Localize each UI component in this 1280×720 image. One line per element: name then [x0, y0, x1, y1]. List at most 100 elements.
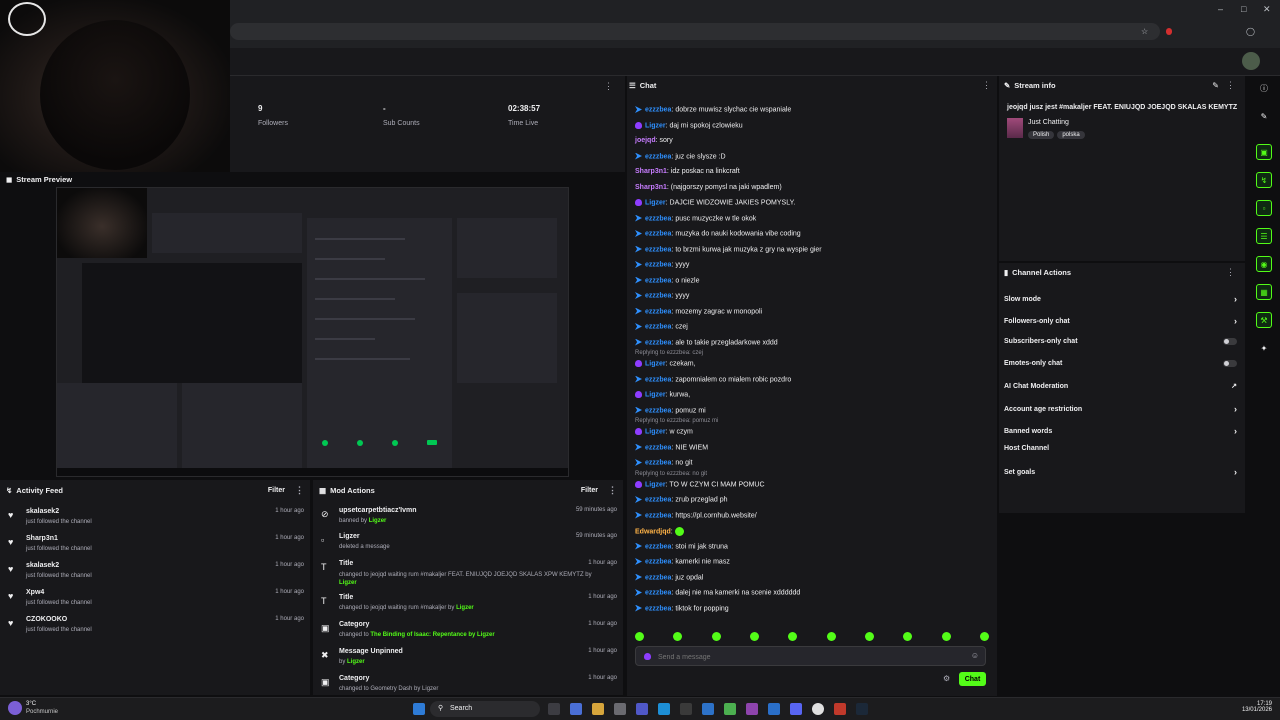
chrome-icon[interactable] [812, 703, 824, 715]
windows-start-icon[interactable] [413, 703, 425, 715]
category-name[interactable]: Just Chatting [1028, 119, 1069, 126]
activity-user[interactable]: CZOKOOKO [26, 616, 67, 623]
chat-username[interactable]: Ligzer [645, 428, 666, 435]
excel-icon[interactable] [724, 703, 736, 715]
chat-username[interactable]: ezzzbea [645, 339, 671, 346]
avatar[interactable] [1242, 52, 1260, 70]
chat-username[interactable]: ezzzbea [645, 106, 671, 113]
mod-desc-user[interactable]: by Ligzer [467, 632, 494, 638]
emote-icon[interactable] [788, 632, 798, 641]
chat-username[interactable]: ezzzbea [645, 512, 671, 519]
chat-username[interactable]: ezzzbea [645, 543, 671, 550]
chat-settings-icon[interactable]: ⚙ [943, 674, 950, 683]
chat-username[interactable]: ezzzbea [645, 323, 671, 330]
emote-icon[interactable] [711, 632, 721, 641]
pencil-icon[interactable]: ✎ [1256, 108, 1272, 124]
minimize-icon[interactable]: – [1218, 4, 1223, 14]
chat-username[interactable]: ezzzbea [645, 574, 671, 581]
discord-icon[interactable] [790, 703, 802, 715]
chat-username[interactable]: joejqd [635, 137, 656, 144]
edge-icon[interactable] [658, 703, 670, 715]
chat-username[interactable]: Ligzer [645, 122, 666, 129]
emote-icon[interactable] [864, 632, 874, 641]
taskbar-search[interactable]: ⚲ Search [430, 701, 540, 717]
maximize-icon[interactable]: □ [1241, 4, 1246, 14]
emoji-icon[interactable]: ☺ [971, 651, 979, 660]
emote-icon[interactable] [903, 632, 913, 641]
teams-icon[interactable] [636, 703, 648, 715]
chat-username[interactable]: ezzzbea [645, 261, 671, 268]
filter-button[interactable]: Filter [268, 487, 285, 494]
toggle-switch[interactable] [1223, 360, 1237, 367]
emote-icon[interactable] [941, 632, 951, 641]
chat-username[interactable]: ezzzbea [645, 277, 671, 284]
category-thumbnail[interactable] [1007, 118, 1023, 138]
filter-button[interactable]: Filter [581, 487, 598, 494]
channel-option[interactable]: Host Channel [1004, 445, 1237, 452]
chevron-right-icon[interactable]: › [1234, 404, 1237, 414]
address-bar[interactable] [230, 23, 1160, 40]
channel-option[interactable]: Emotes-only chat [1004, 360, 1237, 367]
mod-desc-user[interactable]: Ligzer [347, 659, 365, 665]
chat-username[interactable]: Edwardjqd [635, 528, 671, 535]
emote-icon[interactable] [979, 632, 989, 641]
chevron-right-icon[interactable]: › [1234, 316, 1237, 326]
tag[interactable]: polska [1057, 131, 1085, 139]
layout-toggle-icon[interactable]: ▦ [1256, 284, 1272, 300]
emote-icon[interactable] [826, 632, 836, 641]
channel-actions-more-icon[interactable]: ⋮ [1226, 267, 1235, 278]
external-link-icon[interactable]: ↗ [1231, 382, 1237, 390]
profile-icon[interactable]: ◯ [1246, 27, 1255, 36]
activity-user[interactable]: skalasek2 [26, 508, 59, 515]
channel-option[interactable]: Subscribers-only chat [1004, 338, 1237, 345]
steam-icon[interactable] [856, 703, 868, 715]
chat-username[interactable]: ezzzbea [645, 496, 671, 503]
channel-option[interactable]: Followers-only chat › [1004, 316, 1237, 326]
channel-option[interactable]: AI Chat Moderation ↗ [1004, 382, 1237, 391]
chat-username[interactable]: ezzzbea [645, 558, 671, 565]
chat-username[interactable]: ezzzbea [645, 605, 671, 612]
app-icon[interactable] [834, 703, 846, 715]
apps-icon[interactable]: ✦ [1256, 340, 1272, 356]
mod-desc-category[interactable]: The Binding of Isaac: Repentance [370, 632, 466, 638]
task-view-icon[interactable] [548, 703, 560, 715]
terminal-icon[interactable] [680, 703, 692, 715]
activity-user[interactable]: Sharp3n1 [26, 535, 58, 542]
channel-option[interactable]: Banned words › [1004, 426, 1237, 436]
chat-more-icon[interactable]: ⋮ [982, 80, 991, 91]
channel-option[interactable]: Set goals › [1004, 467, 1237, 477]
emote-icon[interactable] [673, 632, 683, 641]
chat-toggle-icon[interactable]: ☰ [1256, 228, 1272, 244]
activity-user[interactable]: Xpw4 [26, 589, 44, 596]
chat-username[interactable]: Ligzer [645, 360, 666, 367]
copilot-icon[interactable] [570, 703, 582, 715]
chat-input-box[interactable]: ☺ [635, 646, 986, 666]
emote-icon[interactable] [635, 632, 644, 641]
chat-username[interactable]: ezzzbea [645, 444, 671, 451]
chat-username[interactable]: Sharp3n1 [635, 168, 667, 175]
chat-username[interactable]: ezzzbea [645, 230, 671, 237]
chat-username[interactable]: ezzzbea [645, 589, 671, 596]
chevron-right-icon[interactable]: › [1234, 467, 1237, 477]
store-icon[interactable] [614, 703, 626, 715]
chat-username[interactable]: ezzzbea [645, 376, 671, 383]
wrench-toggle-icon[interactable]: ⚒ [1256, 312, 1272, 328]
app-icon[interactable] [746, 703, 758, 715]
preview-toggle-icon[interactable]: ▣ [1256, 144, 1272, 160]
chevron-right-icon[interactable]: › [1234, 294, 1237, 304]
edit-icon[interactable]: ✎ [1212, 81, 1219, 90]
chat-username[interactable]: ezzzbea [645, 153, 671, 160]
send-chat-button[interactable]: Chat [959, 672, 986, 686]
stats-more-icon[interactable]: ⋮ [604, 81, 613, 92]
weather-icon[interactable] [8, 701, 22, 715]
chat-username[interactable]: ezzzbea [645, 215, 671, 222]
app-icon[interactable] [768, 703, 780, 715]
stream-info-more-icon[interactable]: ⋮ [1226, 80, 1235, 91]
identity-icon[interactable] [644, 653, 651, 660]
stream-preview[interactable] [56, 187, 569, 477]
chat-username[interactable]: ezzzbea [645, 308, 671, 315]
chat-username[interactable]: Ligzer [645, 199, 666, 206]
mod-desc-user[interactable]: Ligzer [456, 605, 474, 611]
chat-username[interactable]: Ligzer [645, 391, 666, 398]
extension-icon[interactable] [1166, 28, 1172, 35]
